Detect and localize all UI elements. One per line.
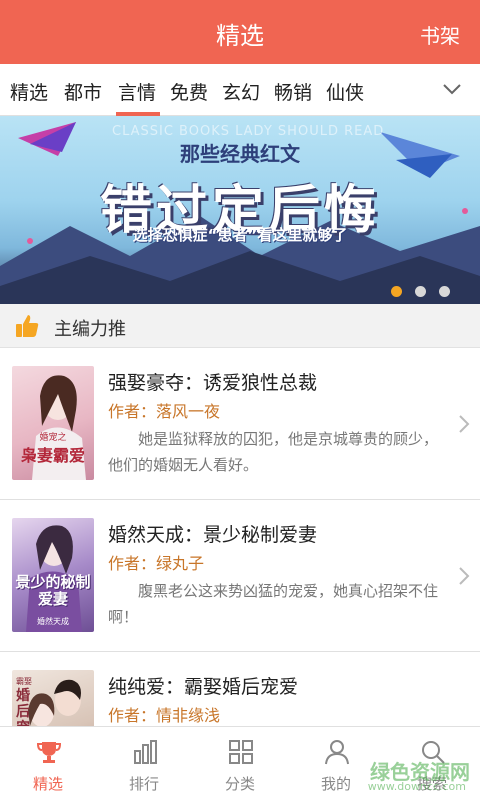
editor-picks-header: 主编力推 <box>0 304 480 348</box>
book-item[interactable]: 婚宠之 枭妻霸爱 强娶豪夺：诱爱狼性总裁 作者：落风一夜 她是监狱释放的囚犯，他… <box>0 348 480 500</box>
cover-title: 枭妻霸爱 <box>20 446 85 465</box>
nav-search[interactable]: 搜索 <box>384 727 480 800</box>
bottom-navigation: 精选 排行 分类 我的 搜索 <box>0 726 480 800</box>
book-title: 强娶豪夺：诱爱狼性总裁 <box>108 372 318 394</box>
carousel-dot[interactable] <box>391 286 402 297</box>
nav-label: 分类 <box>224 775 255 793</box>
tab-featured[interactable]: 精选 <box>10 78 48 105</box>
nav-category[interactable]: 分类 <box>192 727 288 800</box>
book-author: 作者：情非缘浅 <box>108 706 221 725</box>
book-author: 作者：绿丸子 <box>108 554 205 573</box>
carousel-dot[interactable] <box>415 286 426 297</box>
top-app-bar: 精选 书架 <box>0 0 480 64</box>
page-title: 精选 <box>216 22 264 50</box>
bar-chart-icon <box>134 740 157 764</box>
thumbs-up-icon <box>16 315 39 337</box>
book-item[interactable]: 景少的秘制爱妻 婚然天成 婚然天成：景少秘制爱妻 作者：绿丸子 腹黑老公这来势凶… <box>0 500 480 652</box>
banner-english-text: CLASSIC BOOKS LADY SHOULD READ <box>112 124 385 139</box>
cover-title: 婚后宠 <box>16 688 30 726</box>
nav-label: 排行 <box>128 775 159 793</box>
tab-urban[interactable]: 都市 <box>64 78 102 105</box>
cover-subtitle: 霸娶 <box>16 677 32 686</box>
nav-label: 搜索 <box>416 775 447 793</box>
book-cover: 景少的秘制爱妻 婚然天成 <box>12 518 94 632</box>
category-tabs: 精选 都市 言情 免费 玄幻 畅销 仙侠 <box>0 64 480 116</box>
chevron-right-icon <box>459 415 470 433</box>
grid-icon <box>229 740 253 764</box>
book-author: 作者：落风一夜 <box>108 402 221 421</box>
nav-label: 我的 <box>320 775 351 793</box>
bookshelf-button[interactable]: 书架 <box>420 20 460 49</box>
book-cover: 婚宠之 枭妻霸爱 <box>12 366 94 480</box>
user-icon <box>325 740 349 765</box>
book-title: 纯纯爱：霸娶婚后宠爱 <box>108 676 299 698</box>
trophy-icon <box>36 742 62 763</box>
banner-tagline: 选择恐惧症“患者”看这里就够了 <box>132 226 348 244</box>
book-list: 婚宠之 枭妻霸爱 强娶豪夺：诱爱狼性总裁 作者：落风一夜 她是监狱释放的囚犯，他… <box>0 348 480 726</box>
nav-ranking[interactable]: 排行 <box>96 727 192 800</box>
nav-featured[interactable]: 精选 <box>0 727 96 800</box>
book-title: 婚然天成：景少秘制爱妻 <box>108 524 318 546</box>
cover-title: 景少的秘制爱妻 <box>15 573 91 608</box>
carousel-dot[interactable] <box>439 286 450 297</box>
book-item[interactable]: 霸娶 婚后宠 纯纯爱：霸娶婚后宠爱 作者：情非缘浅 <box>0 652 480 726</box>
chevron-down-icon[interactable] <box>442 82 462 96</box>
promo-banner[interactable]: CLASSIC BOOKS LADY SHOULD READ 那些经典红文 错过… <box>0 116 480 304</box>
tab-romance[interactable]: 言情 <box>118 78 156 105</box>
chevron-right-icon <box>459 567 470 585</box>
nav-label: 精选 <box>32 775 63 793</box>
book-description: 腹黑老公这来势凶猛的宠爱，她真心招架不住啊！ <box>108 582 439 626</box>
tab-fantasy[interactable]: 玄幻 <box>222 78 260 105</box>
nav-profile[interactable]: 我的 <box>288 727 384 800</box>
tab-xianxia[interactable]: 仙侠 <box>326 78 364 105</box>
book-description: 她是监狱释放的囚犯，他是京城尊贵的顾少，他们的婚姻无人看好。 <box>108 430 439 474</box>
banner-subtitle: 那些经典红文 <box>180 142 300 166</box>
cover-subtitle: 婚然天成 <box>37 617 69 626</box>
carousel-indicator <box>378 282 450 301</box>
book-cover: 霸娶 婚后宠 <box>12 670 94 726</box>
tab-bestseller[interactable]: 畅销 <box>274 78 312 105</box>
section-title: 主编力推 <box>54 319 126 340</box>
search-icon <box>422 741 445 764</box>
tab-free[interactable]: 免费 <box>170 78 208 105</box>
